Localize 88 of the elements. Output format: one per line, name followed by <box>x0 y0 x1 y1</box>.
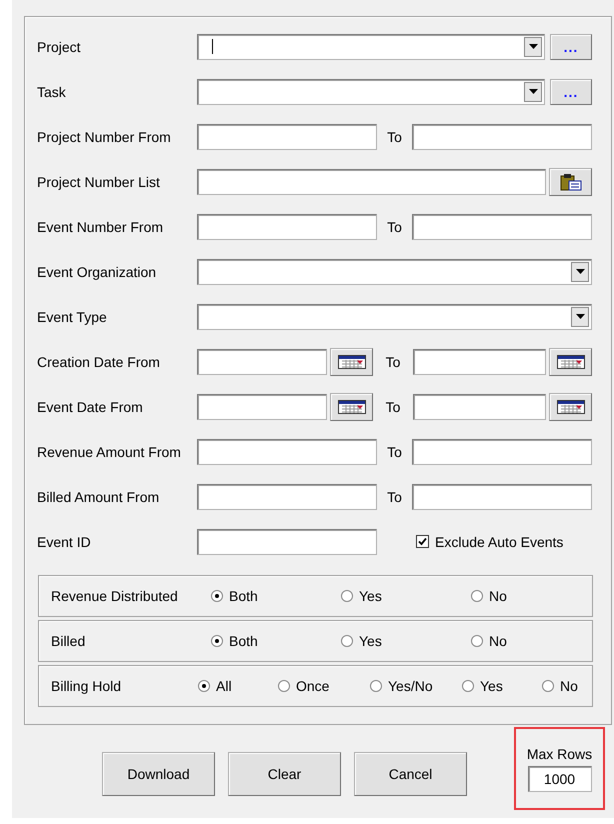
to-label: To <box>386 444 403 460</box>
text-field[interactable] <box>197 168 546 194</box>
to-label: To <box>384 354 402 370</box>
radio-button[interactable] <box>471 590 483 602</box>
field-label: Billed Amount From <box>37 488 160 504</box>
text-field[interactable] <box>412 214 592 240</box>
option-label: No <box>489 588 507 604</box>
option-label: Yes/No <box>388 678 433 694</box>
to-label: To <box>386 128 403 144</box>
text-field[interactable] <box>197 214 377 240</box>
field-label: Event Organization <box>37 264 158 280</box>
field-label: Task <box>37 84 67 100</box>
radio-button[interactable] <box>370 680 382 692</box>
text-field[interactable] <box>412 484 592 510</box>
calendar-button[interactable] <box>330 348 373 376</box>
caret-icon <box>528 44 538 49</box>
field-label: Event Date From <box>37 398 144 414</box>
radio-button[interactable] <box>341 635 353 647</box>
field-label: Event Type <box>37 308 108 324</box>
text-field[interactable] <box>412 124 592 150</box>
date-field[interactable] <box>413 348 546 374</box>
group-label: Billed <box>51 633 86 649</box>
field-label: Event ID <box>37 534 92 550</box>
combo-box[interactable] <box>197 258 592 284</box>
calendar-icon <box>338 354 366 368</box>
checkbox-label: Exclude Auto Events <box>435 534 564 550</box>
to-label: To <box>384 398 402 414</box>
calendar-icon <box>556 354 584 368</box>
radio-button[interactable] <box>211 590 223 602</box>
max-rows-field[interactable]: 1000 <box>528 766 592 792</box>
radio-button[interactable] <box>471 635 483 647</box>
option-label: Both <box>229 588 258 604</box>
option-label: No <box>489 633 507 649</box>
text-field[interactable] <box>412 438 592 464</box>
caret-icon <box>528 89 538 94</box>
radio-button[interactable] <box>278 680 290 692</box>
combo-box[interactable] <box>197 78 545 104</box>
calendar-button[interactable] <box>549 348 592 376</box>
radio-button[interactable] <box>341 590 353 602</box>
action-button[interactable]: Download <box>102 752 215 796</box>
dropdown-button[interactable] <box>571 306 589 326</box>
calendar-button[interactable] <box>330 392 373 420</box>
calendar-icon <box>556 400 584 414</box>
date-field[interactable] <box>197 394 327 420</box>
calendar-icon <box>338 400 366 414</box>
checkbox[interactable] <box>416 535 429 548</box>
field-label: Project Number From <box>37 128 172 144</box>
field-label: Creation Date From <box>37 354 161 370</box>
radio-button[interactable] <box>462 680 474 692</box>
option-label: No <box>560 678 578 694</box>
action-button[interactable]: Clear <box>228 752 341 796</box>
dropdown-button[interactable] <box>524 36 542 56</box>
dropdown-button[interactable] <box>571 262 589 282</box>
option-label: Both <box>229 633 258 649</box>
field-label: Project <box>37 38 82 54</box>
calendar-button[interactable] <box>549 392 592 420</box>
text-field[interactable] <box>197 484 377 510</box>
field-label: Event Number From <box>37 218 164 234</box>
combo-box[interactable] <box>197 34 545 60</box>
text-field[interactable] <box>197 124 377 150</box>
option-label: Yes <box>359 588 382 604</box>
field-label: Project Number List <box>37 174 161 190</box>
group-label: Revenue Distributed <box>51 588 179 604</box>
caret-icon <box>576 269 584 274</box>
field-label: Revenue Amount From <box>37 444 182 460</box>
combo-box[interactable] <box>197 304 592 330</box>
radio-button[interactable] <box>542 680 554 692</box>
date-field[interactable] <box>197 348 327 374</box>
paste-button[interactable] <box>549 168 592 196</box>
text-field[interactable] <box>197 528 377 554</box>
browse-button[interactable]: ... <box>550 78 592 104</box>
caret-icon <box>576 314 584 319</box>
date-field[interactable] <box>413 394 546 420</box>
option-label: Yes <box>359 633 382 649</box>
clipboard-icon <box>560 172 582 190</box>
option-label: Once <box>296 678 330 694</box>
dropdown-button[interactable] <box>524 82 542 102</box>
to-label: To <box>386 488 403 504</box>
max-rows-label: Max Rows <box>526 746 592 762</box>
group-label: Billing Hold <box>51 678 122 694</box>
radio-button[interactable] <box>198 680 210 692</box>
option-label: All <box>216 678 232 694</box>
to-label: To <box>386 218 403 234</box>
text-field[interactable] <box>197 438 377 464</box>
browse-button[interactable]: ... <box>550 34 592 60</box>
action-button[interactable]: Cancel <box>354 752 467 796</box>
radio-button[interactable] <box>211 635 223 647</box>
option-label: Yes <box>480 678 503 694</box>
